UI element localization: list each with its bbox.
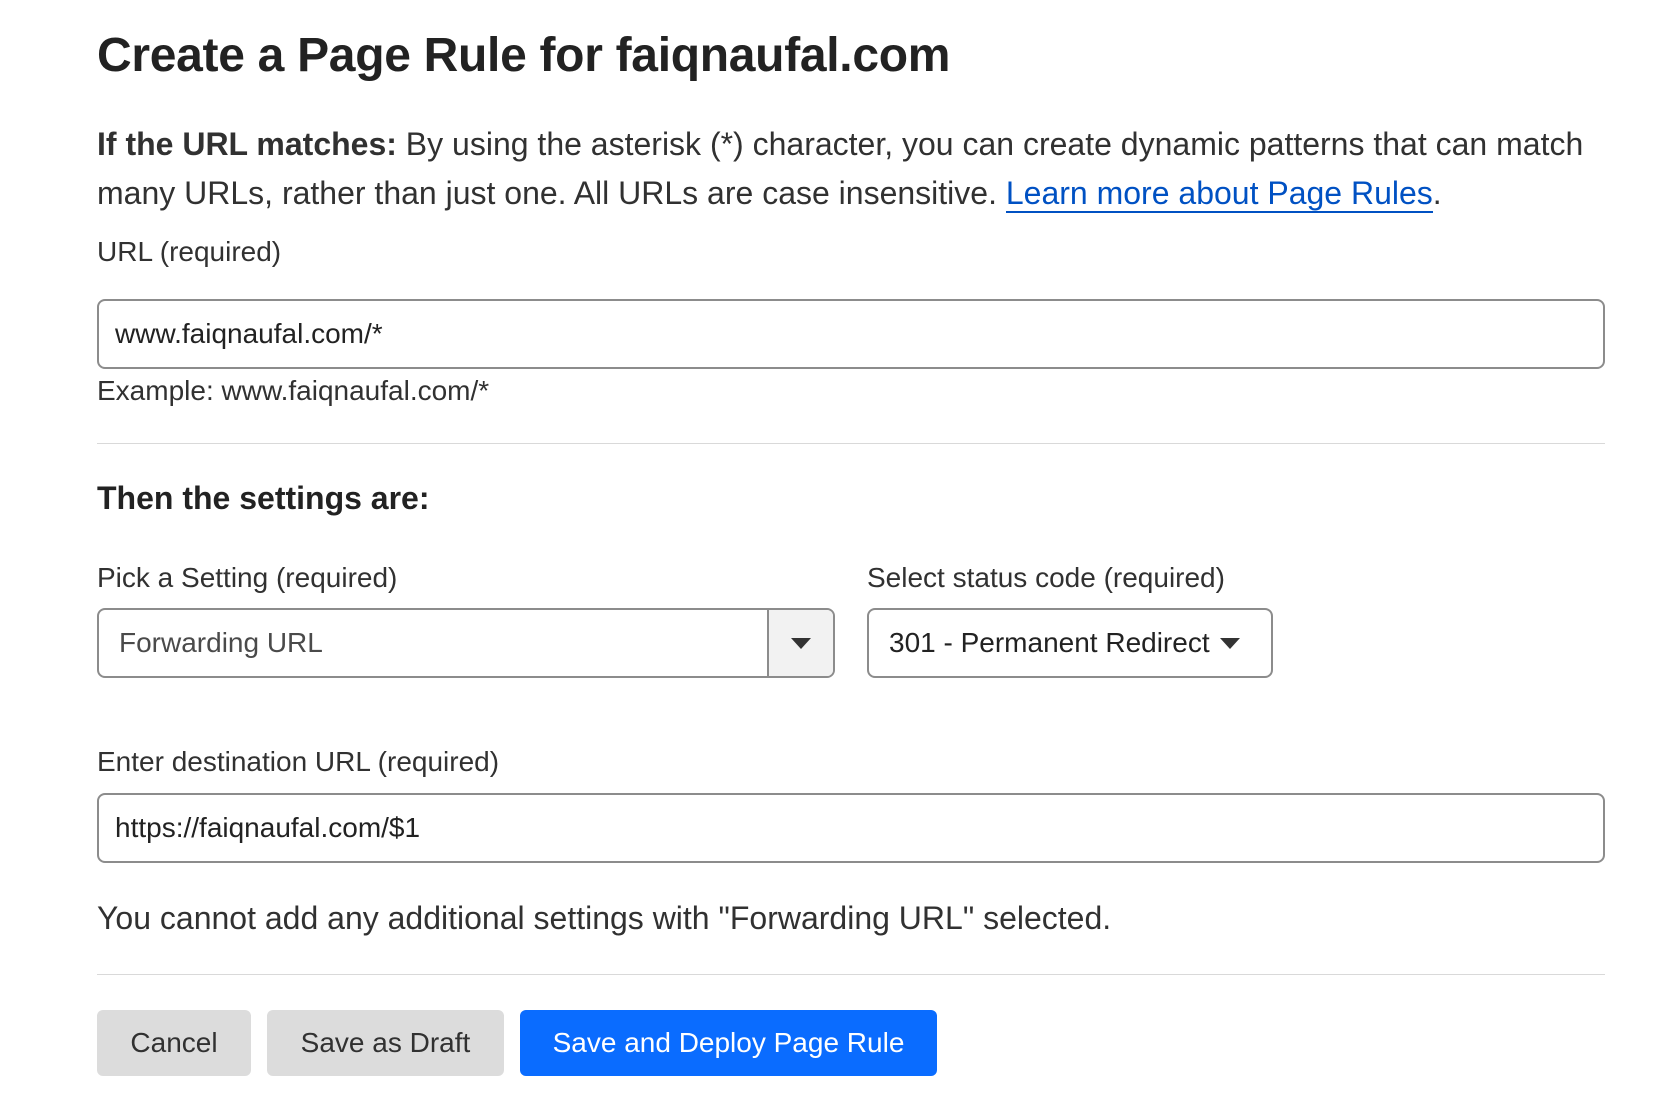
status-label: Select status code (required) (867, 562, 1225, 593)
save-deploy-button[interactable]: Save and Deploy Page Rule (520, 1010, 937, 1076)
intro-bold: If the URL matches: (97, 126, 397, 162)
setting-select[interactable]: Forwarding URL (97, 608, 835, 678)
setting-label: Pick a Setting (required) (97, 562, 398, 593)
page-title: Create a Page Rule for faiqnaufal.com (97, 29, 951, 82)
status-select[interactable]: 301 - Permanent Redirect (867, 608, 1273, 678)
setting-select-toggle[interactable] (767, 610, 833, 676)
caret-down-icon (1219, 637, 1240, 649)
url-example: Example: www.faiqnaufal.com/* (97, 375, 490, 406)
learn-more-link[interactable]: Learn more about Page Rules (1005, 175, 1433, 213)
destination-input[interactable]: https://faiqnaufal.com/$1 (97, 793, 1605, 863)
intro-trailing: . (1432, 175, 1442, 211)
url-input[interactable]: www.faiqnaufal.com/* (97, 299, 1605, 369)
destination-label: Enter destination URL (required) (97, 746, 500, 777)
url-input-value: www.faiqnaufal.com/* (115, 318, 383, 349)
intro-text: If the URL matches: By using the asteris… (97, 120, 1617, 218)
destination-input-value: https://faiqnaufal.com/$1 (115, 812, 421, 843)
status-select-value: 301 - Permanent Redirect (889, 627, 1210, 658)
caret-down-icon (791, 637, 811, 649)
setting-select-value: Forwarding URL (119, 627, 323, 658)
save-draft-button[interactable]: Save as Draft (267, 1010, 504, 1076)
forwarding-note: You cannot add any additional settings w… (97, 900, 1112, 936)
divider (97, 974, 1605, 975)
cancel-button[interactable]: Cancel (97, 1010, 251, 1076)
settings-heading: Then the settings are: (97, 480, 430, 516)
url-label: URL (required) (97, 236, 282, 267)
divider (97, 443, 1605, 444)
